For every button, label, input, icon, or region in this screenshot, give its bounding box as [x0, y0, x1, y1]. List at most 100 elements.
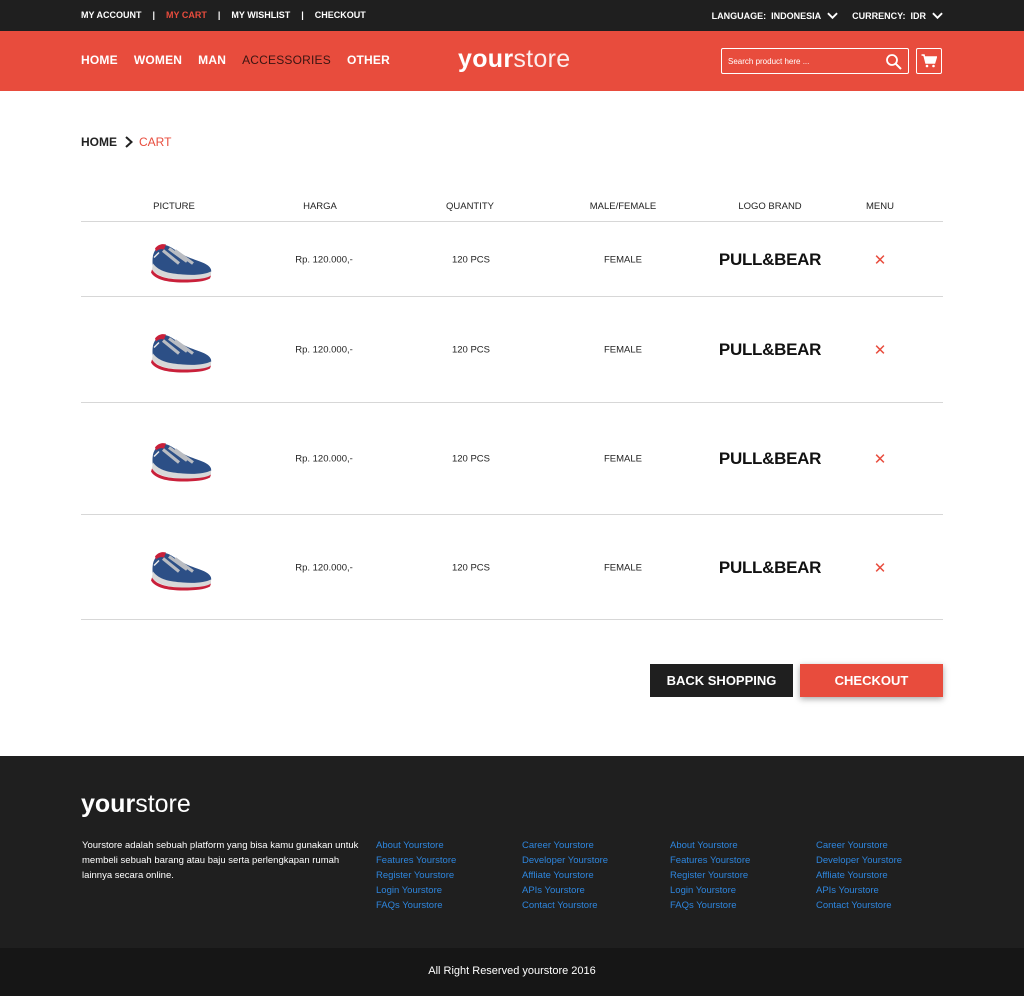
search-input[interactable] [728, 54, 878, 68]
footer-link[interactable]: Features Yourstore [670, 853, 750, 868]
product-picture[interactable] [149, 234, 215, 287]
main-header: HOME WOMEN MAN ACCESSORIES OTHER yoursto… [0, 31, 1024, 91]
brand-logo: PULL&BEAR [718, 558, 822, 577]
footer-description: Yourstore adalah sebuah platform yang bi… [82, 840, 359, 881]
footer-link[interactable]: APIs Yourstore [816, 883, 902, 898]
price-cell: Rp. 120.000,- [295, 453, 353, 465]
footer-column-3: About Yourstore Features Yourstore Regis… [670, 838, 750, 913]
search-box [721, 48, 909, 74]
remove-item-button[interactable]: ✕ [874, 450, 887, 468]
footer-column-1: About Yourstore Features Yourstore Regis… [376, 838, 456, 913]
brand-logo: PULL&BEAR [718, 250, 822, 269]
gender-cell: FEMALE [603, 562, 643, 574]
checkout-button[interactable]: CHECKOUT [800, 664, 943, 697]
remove-item-button[interactable]: ✕ [874, 559, 887, 577]
nav-man[interactable]: MAN [198, 53, 226, 67]
chevron-down-icon [827, 12, 838, 20]
cart-button[interactable] [916, 48, 942, 74]
footer-link[interactable]: Register Yourstore [376, 868, 456, 883]
remove-item-button[interactable]: ✕ [874, 251, 887, 269]
price-cell: Rp. 120.000,- [295, 254, 353, 266]
remove-item-button[interactable]: ✕ [874, 341, 887, 359]
shoe-image [151, 552, 212, 591]
currency-value: IDR [910, 10, 927, 21]
chevron-right-icon [125, 136, 133, 148]
account-links: MY ACCOUNT | MY CART | MY WISHLIST | CHE… [81, 10, 366, 20]
my-account-link[interactable]: MY ACCOUNT [81, 10, 142, 20]
footer-link[interactable]: FAQs Yourstore [670, 898, 750, 913]
breadcrumb: HOME CART [81, 135, 171, 149]
nav-women[interactable]: WOMEN [134, 53, 182, 67]
header-picture: PICTURE [153, 201, 195, 212]
header-harga: HARGA [303, 201, 337, 212]
quantity-cell: 120 PCS [451, 562, 491, 574]
search-icon[interactable] [885, 53, 903, 71]
footer-link[interactable]: Contact Yourstore [816, 898, 902, 913]
product-picture[interactable] [149, 324, 215, 377]
gender-cell: FEMALE [603, 344, 643, 356]
nav-home[interactable]: HOME [81, 53, 118, 67]
footer-logo-bold: your [81, 790, 136, 818]
header-gender: MALE/FEMALE [589, 201, 657, 212]
footer-link[interactable]: Affliate Yourstore [816, 868, 902, 883]
gender-cell: FEMALE [603, 453, 643, 465]
nav-accessories[interactable]: ACCESSORIES [242, 53, 331, 67]
footer-logo-light: store [135, 790, 191, 818]
footer-link[interactable]: APIs Yourstore [522, 883, 608, 898]
product-picture[interactable] [149, 542, 215, 595]
shoe-image [151, 443, 212, 482]
footer-link[interactable]: Login Yourstore [376, 883, 456, 898]
breadcrumb-home[interactable]: HOME [81, 135, 117, 149]
footer-link[interactable]: Login Yourstore [670, 883, 750, 898]
footer-link[interactable]: Affliate Yourstore [522, 868, 608, 883]
footer-link[interactable]: Career Yourstore [522, 838, 608, 853]
separator: | [217, 10, 221, 20]
table-header: PICTURE HARGA QUANTITY MALE/FEMALE LOGO … [81, 195, 943, 222]
shoe-image [151, 334, 212, 373]
footer-link[interactable]: Contact Yourstore [522, 898, 608, 913]
footer-link[interactable]: Developer Yourstore [816, 853, 902, 868]
separator: | [301, 10, 304, 20]
my-cart-link[interactable]: MY CART [166, 10, 207, 20]
gender-cell: FEMALE [603, 254, 643, 266]
footer-link[interactable]: Register Yourstore [670, 868, 750, 883]
top-bar: MY ACCOUNT | MY CART | MY WISHLIST | CHE… [0, 0, 1024, 31]
footer-column-4: Career Yourstore Developer Yourstore Aff… [816, 838, 902, 913]
store-logo[interactable]: yourstore [458, 45, 570, 74]
brand-logo: PULL&BEAR [718, 340, 822, 359]
back-shopping-button[interactable]: BACK SHOPPING [650, 664, 793, 697]
language-value: INDONESIA [771, 10, 822, 21]
cart-icon [921, 54, 937, 68]
copyright: All Right Reserved yourstore 2016 [0, 948, 1024, 996]
footer-link[interactable]: FAQs Yourstore [376, 898, 456, 913]
chevron-down-icon [932, 12, 943, 20]
my-wishlist-link[interactable]: MY WISHLIST [231, 10, 290, 20]
footer: yourstore Yourstore adalah sebuah platfo… [0, 756, 1024, 948]
table-row: Rp. 120.000,- 120 PCS FEMALE PULL&BEAR ✕ [81, 297, 943, 403]
footer-link[interactable]: About Yourstore [376, 838, 456, 853]
table-row: Rp. 120.000,- 120 PCS FEMALE PULL&BEAR ✕ [81, 222, 943, 297]
footer-logo[interactable]: yourstore [81, 790, 191, 819]
language-select[interactable]: LANGUAGE: INDONESIA [712, 10, 839, 21]
table-row: Rp. 120.000,- 120 PCS FEMALE PULL&BEAR ✕ [81, 515, 943, 620]
product-picture[interactable] [149, 433, 215, 486]
cart-table: PICTURE HARGA QUANTITY MALE/FEMALE LOGO … [81, 195, 943, 620]
table-row: Rp. 120.000,- 120 PCS FEMALE PULL&BEAR ✕ [81, 403, 943, 515]
price-cell: Rp. 120.000,- [295, 344, 353, 356]
currency-select[interactable]: CURRENCY: IDR [852, 10, 943, 21]
locale-settings: LANGUAGE: INDONESIA CURRENCY: IDR [698, 10, 943, 21]
quantity-cell: 120 PCS [451, 453, 491, 465]
quantity-cell: 120 PCS [451, 344, 491, 356]
header-quantity: QUANTITY [445, 201, 495, 212]
header-menu: MENU [866, 201, 894, 212]
nav-other[interactable]: OTHER [347, 53, 390, 67]
footer-link[interactable]: Developer Yourstore [522, 853, 608, 868]
footer-link[interactable]: Features Yourstore [376, 853, 456, 868]
logo-bold: your [458, 45, 514, 73]
currency-label: CURRENCY: [852, 10, 906, 21]
price-cell: Rp. 120.000,- [295, 562, 353, 574]
logo-light: store [513, 45, 571, 73]
footer-link[interactable]: Career Yourstore [816, 838, 902, 853]
footer-link[interactable]: About Yourstore [670, 838, 750, 853]
checkout-link[interactable]: CHECKOUT [315, 10, 366, 20]
